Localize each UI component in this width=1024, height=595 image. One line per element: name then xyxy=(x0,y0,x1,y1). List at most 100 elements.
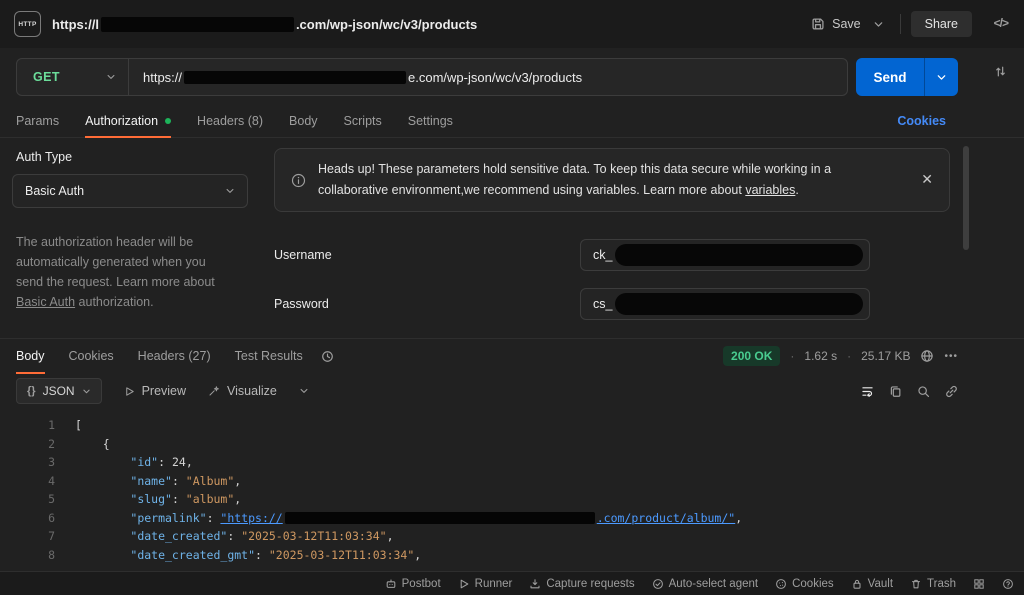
auth-description: The authorization header will be automat… xyxy=(16,232,236,312)
statusbar-item-postbot[interactable]: Postbot xyxy=(385,578,441,590)
request-tab-params[interactable]: Params xyxy=(16,104,59,137)
username-value-prefix: ck_ xyxy=(593,248,612,262)
more-options-icon[interactable]: ••• xyxy=(944,351,958,362)
url-input[interactable]: https:// e.com/wp-json/wc/v3/products xyxy=(129,59,847,95)
visualize-button[interactable]: Visualize xyxy=(208,384,277,398)
statusbar-item-auto-select-agent[interactable]: Auto-select agent xyxy=(652,578,759,590)
copy-icon[interactable] xyxy=(889,385,902,398)
method-dropdown[interactable]: GET xyxy=(17,59,129,95)
topbar: HTTP https://l .com/wp-json/wc/v3/produc… xyxy=(0,0,1024,48)
code-text: "name": "Album", xyxy=(55,472,241,491)
request-tab-authorization[interactable]: Authorization xyxy=(85,104,171,137)
response-format-dropdown[interactable]: {} JSON xyxy=(16,378,102,404)
tab-label: Scripts xyxy=(344,114,382,128)
authorization-panel: Auth Type Basic Auth The authorization h… xyxy=(0,138,1024,338)
request-url-bar: GET https:// e.com/wp-json/wc/v3/product… xyxy=(16,58,848,96)
network-icon[interactable] xyxy=(920,349,934,363)
help-icon[interactable] xyxy=(1002,578,1014,590)
statusbar-item-trash[interactable]: Trash xyxy=(910,578,956,590)
request-tab-body[interactable]: Body xyxy=(289,104,318,137)
grid-icon[interactable] xyxy=(973,578,985,590)
request-tab-scripts[interactable]: Scripts xyxy=(344,104,382,137)
password-label: Password xyxy=(274,297,329,311)
line-number: 1 xyxy=(0,416,55,435)
line-number: 5 xyxy=(0,490,55,509)
runner-icon xyxy=(458,578,470,590)
response-panel: Body Cookies Headers (27) Test Results 200 … xyxy=(0,338,1024,571)
code-line: 8 "date_created_gmt": "2025-03-12T11:03:… xyxy=(0,546,1024,565)
link-icon[interactable] xyxy=(945,385,958,398)
request-tabs-row: Params Authorization Headers (8) Body Script… xyxy=(0,104,1024,138)
code-snippet-icon[interactable]: </> xyxy=(994,16,1008,30)
password-value-prefix: cs_ xyxy=(593,297,612,311)
auth-description-text: The authorization header will be automat… xyxy=(16,235,215,289)
visualize-label: Visualize xyxy=(227,384,277,398)
statusbar-item-label: Runner xyxy=(475,578,513,590)
response-tab-body[interactable]: Body xyxy=(16,339,45,373)
preview-button[interactable]: Preview xyxy=(124,384,186,398)
request-tab-headers-8[interactable]: Headers (8) xyxy=(197,104,263,137)
redacted-url-domain xyxy=(184,71,406,84)
tab-label: Params xyxy=(16,114,59,128)
banner-text: Heads up! These parameters hold sensitiv… xyxy=(318,159,903,201)
statusbar-item-label: Capture requests xyxy=(546,578,634,590)
send-options-chevron-button[interactable] xyxy=(924,58,958,96)
cookies-icon xyxy=(775,578,787,590)
save-options-chevron-button[interactable] xyxy=(867,13,890,36)
postbot-icon xyxy=(385,578,397,590)
response-tab-test-results[interactable]: Test Results xyxy=(235,339,303,373)
scrollbar-thumb[interactable] xyxy=(963,146,969,250)
statusbar-item-cookies[interactable]: Cookies xyxy=(775,578,834,590)
response-tab-headers-27[interactable]: Headers (27) xyxy=(138,339,211,373)
tab-label: Body xyxy=(289,114,318,128)
response-history-icon[interactable] xyxy=(321,350,334,363)
statusbar-item-runner[interactable]: Runner xyxy=(458,578,513,590)
request-title-url-suffix: .com/wp-json/wc/v3/products xyxy=(296,17,477,32)
response-body-viewer[interactable]: 1[2 {3 "id": 24,4 "name": "Album",5 "slu… xyxy=(0,409,1024,571)
auth-type-dropdown[interactable]: Basic Auth xyxy=(12,174,248,208)
visualize-chevron-icon[interactable] xyxy=(299,386,309,396)
share-button[interactable]: Share xyxy=(911,11,972,37)
vault-icon xyxy=(851,578,863,590)
variables-link[interactable]: variables xyxy=(745,183,795,197)
code-text: "slug": "album", xyxy=(55,490,241,509)
line-number: 3 xyxy=(0,453,55,472)
response-tabs: Body Cookies Headers (27) Test Results xyxy=(16,339,303,373)
line-number: 4 xyxy=(0,472,55,491)
code-line: 4 "name": "Album", xyxy=(0,472,1024,491)
trash-icon xyxy=(910,578,922,590)
chevron-down-icon xyxy=(106,72,116,82)
statusbar-item-capture-requests[interactable]: Capture requests xyxy=(529,578,634,590)
code-text: "permalink": "https://.com/product/album… xyxy=(55,509,742,528)
request-tab-settings[interactable]: Settings xyxy=(408,104,453,137)
basic-auth-link[interactable]: Basic Auth xyxy=(16,295,75,309)
save-button[interactable]: Save xyxy=(805,11,867,37)
agent-icon xyxy=(652,578,664,590)
code-line: 1[ xyxy=(0,416,1024,435)
code-line: 2 { xyxy=(0,435,1024,454)
redacted-password xyxy=(615,293,863,315)
collapse-panes-icon[interactable] xyxy=(994,65,1007,78)
auth-description-suffix: authorization. xyxy=(75,295,154,309)
username-field[interactable]: ck_ xyxy=(580,239,870,271)
search-icon[interactable] xyxy=(917,385,930,398)
password-field[interactable]: cs_ xyxy=(580,288,870,320)
meta-separator: · xyxy=(790,349,794,363)
line-number: 6 xyxy=(0,509,55,528)
response-size[interactable]: 25.17 KB xyxy=(861,349,910,363)
statusbar-item-label: Vault xyxy=(868,578,893,590)
response-tab-cookies[interactable]: Cookies xyxy=(69,339,114,373)
meta-separator: · xyxy=(847,349,851,363)
statusbar-item-label: Auto-select agent xyxy=(669,578,759,590)
cookies-link[interactable]: Cookies xyxy=(897,114,946,128)
topbar-actions: Save Share xyxy=(805,0,972,48)
code-lines: 1[2 {3 "id": 24,4 "name": "Album",5 "slu… xyxy=(0,416,1024,564)
wrap-text-icon[interactable] xyxy=(861,385,874,398)
auth-type-column: Auth Type Basic Auth The authorization h… xyxy=(12,150,248,312)
chevron-down-icon xyxy=(225,186,235,196)
send-button[interactable]: Send xyxy=(856,58,924,96)
response-time[interactable]: 1.62 s xyxy=(804,349,837,363)
close-icon[interactable]: ✕ xyxy=(921,171,933,188)
status-badge[interactable]: 200 OK xyxy=(723,346,780,366)
statusbar-item-vault[interactable]: Vault xyxy=(851,578,893,590)
